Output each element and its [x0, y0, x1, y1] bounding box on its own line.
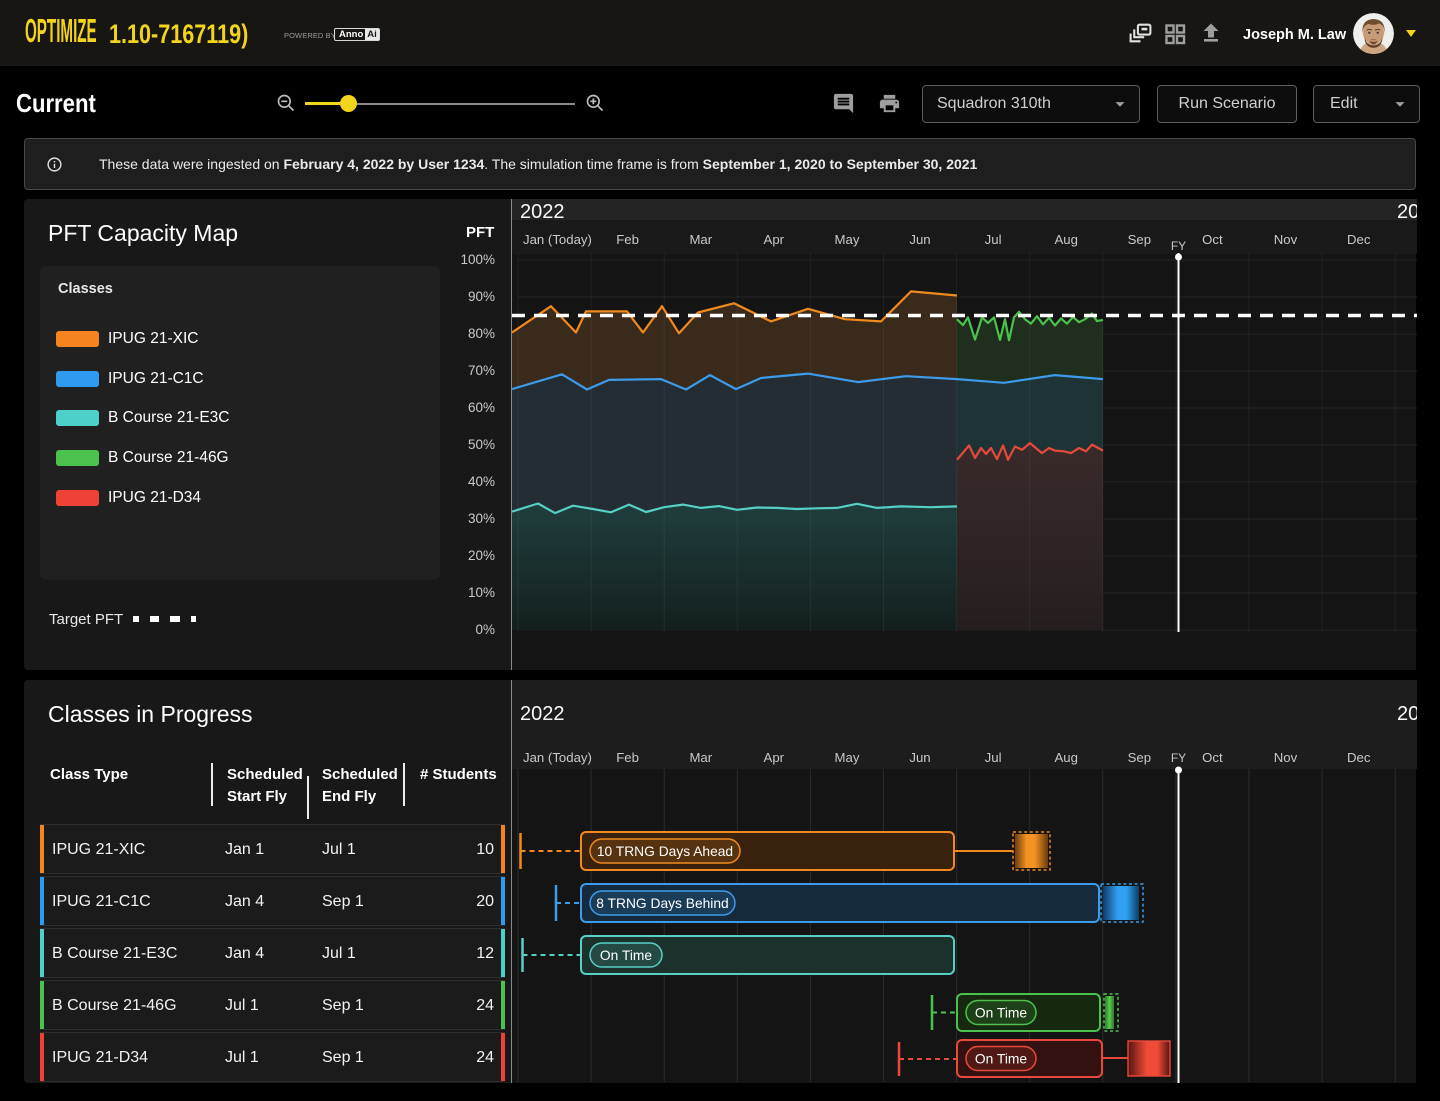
svg-text:Oct: Oct: [1202, 232, 1223, 247]
svg-text:Mar: Mar: [689, 750, 712, 765]
svg-text:Nov: Nov: [1274, 232, 1298, 247]
svg-text:2022: 2022: [520, 201, 565, 223]
svg-text:Mar: Mar: [689, 232, 712, 247]
svg-text:Sep: Sep: [1128, 750, 1151, 765]
svg-text:Jun: Jun: [909, 232, 930, 247]
svg-text:Sep: Sep: [1128, 232, 1151, 247]
svg-text:Nov: Nov: [1274, 750, 1298, 765]
svg-text:Jul: Jul: [985, 750, 1002, 765]
svg-text:FY: FY: [1171, 751, 1186, 765]
svg-text:On Time: On Time: [600, 948, 652, 963]
svg-text:Jan (Today): Jan (Today): [523, 750, 592, 765]
svg-text:2022: 2022: [520, 703, 565, 725]
svg-text:Jan (Today): Jan (Today): [523, 232, 592, 247]
svg-text:Aug: Aug: [1054, 750, 1077, 765]
svg-text:Feb: Feb: [616, 750, 639, 765]
svg-text:2023: 2023: [1397, 703, 1417, 725]
svg-text:On Time: On Time: [975, 1052, 1027, 1067]
svg-text:Apr: Apr: [764, 750, 785, 765]
svg-text:Apr: Apr: [764, 232, 785, 247]
svg-text:On Time: On Time: [975, 1006, 1027, 1021]
svg-text:May: May: [835, 232, 860, 247]
svg-text:Jun: Jun: [909, 750, 930, 765]
svg-text:8 TRNG Days Behind: 8 TRNG Days Behind: [596, 896, 728, 911]
svg-text:Dec: Dec: [1347, 232, 1371, 247]
svg-text:Aug: Aug: [1054, 232, 1077, 247]
svg-text:FY: FY: [1171, 239, 1186, 253]
svg-text:2023: 2023: [1397, 201, 1417, 223]
svg-text:May: May: [835, 750, 860, 765]
svg-text:Feb: Feb: [616, 232, 639, 247]
svg-text:10 TRNG Days Ahead: 10 TRNG Days Ahead: [597, 844, 733, 859]
svg-text:Oct: Oct: [1202, 750, 1223, 765]
svg-text:Dec: Dec: [1347, 750, 1371, 765]
svg-text:Jul: Jul: [985, 232, 1002, 247]
